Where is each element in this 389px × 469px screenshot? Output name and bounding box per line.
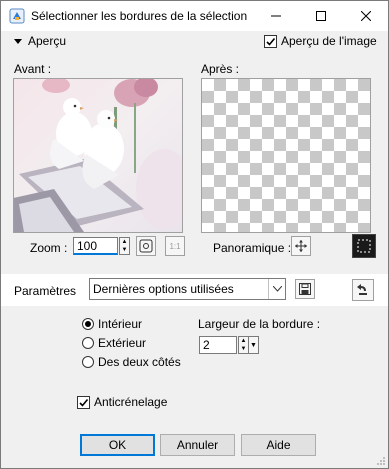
antialias-label: Anticrénelage <box>94 395 168 409</box>
radio-button[interactable] <box>82 318 94 330</box>
image-preview-label: Aperçu de l'image <box>281 34 377 48</box>
checkmark-icon <box>266 37 276 46</box>
before-preview[interactable] <box>13 78 183 233</box>
zoom-fit-button[interactable] <box>136 236 156 256</box>
spin-down-icon[interactable]: ▼ <box>120 246 129 254</box>
window-title: Sélectionner les bordures de la sélectio… <box>31 9 248 23</box>
radio-button[interactable] <box>82 356 94 368</box>
radio-interieur[interactable]: Intérieur <box>82 317 142 331</box>
ok-button[interactable]: OK <box>80 434 155 456</box>
cancel-button[interactable]: Annuler <box>160 434 235 456</box>
minimize-button[interactable] <box>253 1 298 31</box>
title-bar[interactable]: Sélectionner les bordures de la sélectio… <box>1 1 388 31</box>
doves-preview-image <box>14 79 182 232</box>
zoom-spinner[interactable]: ▲ ▼ <box>119 237 130 255</box>
before-label: Avant : <box>14 62 52 76</box>
zoom-label: Zoom : <box>30 241 68 255</box>
border-width-input[interactable]: 2 <box>199 336 237 354</box>
dropdown-arrow-icon: ▼ <box>250 341 257 349</box>
save-preset-button[interactable] <box>295 279 315 299</box>
close-icon <box>360 11 371 21</box>
resize-grip-icon[interactable] <box>376 456 386 466</box>
zoom-fit-icon <box>139 239 153 253</box>
spin-down-icon[interactable]: ▼ <box>239 345 248 353</box>
selection-marquee-icon <box>357 239 371 253</box>
image-preview-checkbox[interactable] <box>264 34 277 48</box>
antialias-checkbox[interactable] <box>77 395 90 409</box>
preset-dropdown[interactable]: Dernières options utilisées <box>89 278 286 300</box>
radio-label: Des deux côtés <box>98 355 181 369</box>
spin-up-icon[interactable]: ▲ <box>239 337 248 345</box>
preset-value: Dernières options utilisées <box>93 282 234 296</box>
radio-exterieur[interactable]: Extérieur <box>82 336 146 350</box>
parameters-label: Paramètres <box>14 284 77 298</box>
preview-section-label: Aperçu <box>28 34 67 48</box>
maximize-button[interactable] <box>298 1 343 31</box>
antialias-toggle[interactable]: Anticrénelage <box>77 395 167 409</box>
maximize-icon <box>315 11 326 21</box>
collapse-triangle-icon <box>14 38 22 44</box>
border-width-dropdown[interactable]: ▼ <box>248 336 259 354</box>
actual-size-icon: 1:1 <box>169 241 181 251</box>
radio-label: Extérieur <box>98 336 147 350</box>
minimize-icon <box>270 15 281 17</box>
reset-button[interactable] <box>352 279 374 301</box>
after-label: Après : <box>201 62 240 76</box>
pan-button[interactable] <box>291 236 311 256</box>
app-icon <box>9 8 25 24</box>
help-button[interactable]: Aide <box>241 434 316 456</box>
checkmark-icon <box>79 398 89 407</box>
save-disk-icon <box>299 283 311 295</box>
reset-icon <box>357 284 367 295</box>
border-width-label: Largeur de la bordure : <box>198 317 321 331</box>
move-icon <box>295 240 307 252</box>
radio-label: Intérieur <box>98 317 143 331</box>
zoom-input[interactable]: 100 <box>73 237 118 255</box>
selection-marquee-button[interactable] <box>352 234 376 258</box>
preview-section-toggle[interactable]: Aperçu <box>14 34 66 48</box>
image-preview-toggle[interactable]: Aperçu de l'image <box>264 34 377 48</box>
radio-button[interactable] <box>82 337 94 349</box>
after-preview[interactable] <box>201 78 371 233</box>
spin-up-icon[interactable]: ▲ <box>120 238 129 246</box>
close-button[interactable] <box>343 1 388 31</box>
zoom-actual-size-button[interactable]: 1:1 <box>165 236 185 256</box>
dialog-window: Sélectionner les bordures de la sélectio… <box>0 0 389 469</box>
radio-deux-cotes[interactable]: Des deux côtés <box>82 355 181 369</box>
radio-selected-dot <box>85 321 91 327</box>
pan-label: Panoramique : <box>213 241 292 255</box>
dropdown-arrow-icon[interactable] <box>268 279 285 299</box>
